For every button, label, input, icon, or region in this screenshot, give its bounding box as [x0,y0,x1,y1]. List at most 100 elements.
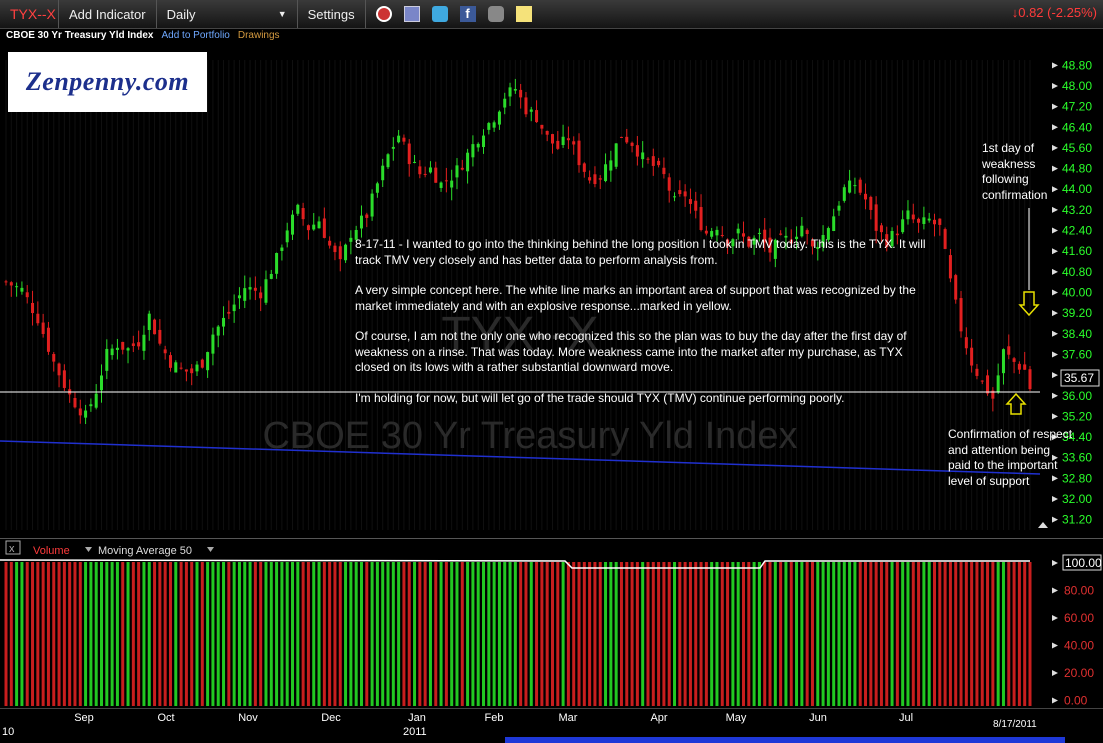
axis-tick [1052,615,1058,621]
price-tick-label: 46.40 [1062,120,1092,134]
volume-bar [731,562,735,706]
axis-tick [1052,268,1058,275]
month-label: Oct [157,712,174,724]
volume-bar [492,562,496,706]
candle-body [550,134,554,144]
candle-body [179,367,183,369]
note-paragraph: 8-17-11 - I wanted to go into the thinki… [355,237,926,267]
candle-body [641,152,645,160]
volume-bar [227,562,231,706]
candle-body [508,87,512,97]
candle-body [471,144,475,158]
volume-bar [418,562,422,706]
volume-bar [879,562,883,706]
chevron-down-icon[interactable] [85,547,92,552]
watermark-name: CBOE 30 Yr Treasury Yld Index [262,415,797,457]
price-tick-label: 32.00 [1062,492,1092,506]
volume-bar [853,562,857,706]
volume-bar [800,562,804,706]
note-paragraph: A very simple concept here. The white li… [355,283,916,313]
volume-bar [938,562,942,706]
candle-body [588,177,592,181]
volume-bar [1007,562,1011,706]
month-label: Jul [899,712,913,724]
volume-bar [545,562,549,706]
volume-bar [444,562,448,706]
month-label: Sep [74,712,94,724]
volume-bar [895,562,899,706]
volume-bar [184,562,188,706]
candle-body [837,205,841,211]
first-day-note: 1st day of weakness following confirmati… [982,141,1048,202]
volume-bar [466,562,470,706]
month-label: Jan [408,712,426,724]
candle-body [736,228,740,234]
axis-tick [1052,496,1058,503]
candle-body [954,275,958,300]
price-tick-label: 37.60 [1062,347,1092,361]
volume-bar [948,562,952,706]
volume-bar [333,562,337,706]
candle-body [683,191,687,197]
volume-tick-label: 20.00 [1064,666,1094,680]
volume-bar [285,562,289,706]
volume-bar [9,562,13,706]
candle-body [497,111,501,125]
candle-body [800,225,804,237]
candle-body [94,393,98,408]
month-label: Dec [321,712,341,724]
candle-body [503,98,507,108]
volume-bar [232,562,236,706]
candle-body [269,273,273,279]
candle-body [407,143,411,165]
volume-bar [646,562,650,706]
volume-bar [975,562,979,706]
candle-body [932,219,936,225]
price-tick-label: 31.20 [1062,513,1092,527]
candle-body [832,216,836,232]
candle-body [158,329,162,344]
candle-body [906,210,910,220]
volume-bar [848,562,852,706]
candle-body [609,160,613,171]
candle-body [243,288,247,301]
candle-body [9,282,13,286]
candle-body [895,233,899,236]
price-tick-label: 42.40 [1062,224,1092,238]
volume-bar [370,562,374,706]
volume-bar [1012,562,1016,706]
volume-bar [874,562,878,706]
volume-bar [275,562,279,706]
candle-body [561,136,565,145]
candle-body [232,304,236,312]
candle-body [84,410,88,418]
price-tick-label: 38.40 [1062,327,1092,341]
volume-bar [932,562,936,706]
volume-bar [667,562,671,706]
candle-body [625,136,629,143]
volume-bar [635,562,639,706]
volume-bar [68,562,72,706]
candle-body [943,229,947,249]
candle-body [259,292,263,299]
candle-body [428,167,432,173]
collapse-icon[interactable] [1038,522,1048,528]
volume-bar [890,562,894,706]
volume-bar [1001,562,1005,706]
last-price: 35.67 [1064,371,1094,385]
chevron-down-icon[interactable] [207,547,214,552]
volume-bar [296,562,300,706]
candle-body [986,375,990,394]
candle-body [614,143,618,167]
volume-bar [237,562,241,706]
year-label: 10 [2,726,14,738]
time-scroll-bar[interactable] [505,737,1065,743]
volume-bar [619,562,623,706]
volume-bar [195,562,199,706]
volume-bar [391,562,395,706]
candle-body [657,160,661,166]
volume-bar [497,562,501,706]
candle-body [970,347,974,366]
candle-body [52,354,56,362]
candle-body [577,140,581,166]
